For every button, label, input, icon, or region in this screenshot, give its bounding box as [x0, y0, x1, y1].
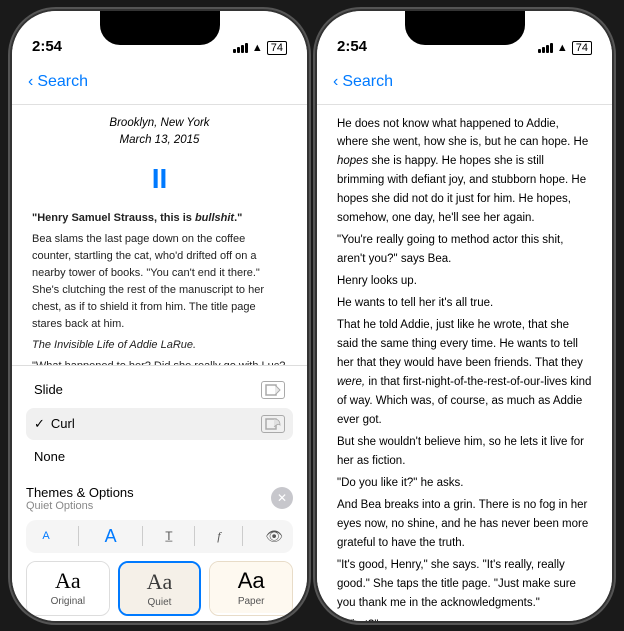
theme-sample-paper: Aa	[238, 570, 265, 592]
wifi-icon-right: ▲	[557, 42, 568, 54]
quiet-options-label: Quiet Options	[26, 500, 134, 512]
right-phone: 2:54 ▲ 74 ‹ Search	[317, 11, 612, 621]
theme-label-original: Original	[51, 596, 85, 607]
themes-header: Themes & Options Quiet Options ✕	[26, 485, 293, 512]
theme-card-quiet[interactable]: Aa Quiet	[118, 561, 202, 616]
theme-sample-quiet: Aa	[147, 571, 173, 593]
slide-option-slide[interactable]: Slide	[26, 374, 293, 406]
slide-icon	[261, 381, 285, 399]
book-content-right: He does not know what happened to Addie,…	[317, 105, 612, 621]
battery-icon-right: 74	[572, 41, 592, 55]
slide-options-list: Slide ✓ Curl None	[26, 374, 293, 471]
chevron-left-icon-right: ‹	[333, 73, 338, 91]
eye-icon[interactable]: 👁	[265, 528, 283, 545]
font-type-icon[interactable]: T̲	[165, 529, 172, 543]
back-button-left[interactable]: ‹ Search	[28, 73, 88, 91]
notch-right	[405, 11, 525, 45]
chapter-num: II	[32, 157, 287, 202]
book-content-left: Brooklyn, New York March 13, 2015 II "He…	[12, 105, 307, 365]
font-sep-1	[78, 526, 79, 546]
nav-bar-right: ‹ Search	[317, 61, 612, 105]
font-sep-2	[142, 526, 143, 546]
wifi-icon: ▲	[252, 42, 263, 54]
nav-bar-left: ‹ Search	[12, 61, 307, 105]
slide-panel: Slide ✓ Curl None	[12, 365, 307, 479]
theme-card-paper[interactable]: Aa Paper	[209, 561, 293, 616]
signal-icon	[233, 43, 248, 53]
themes-section: Themes & Options Quiet Options ✕ A A T̲ …	[12, 479, 307, 621]
status-icons-right: ▲ 74	[538, 41, 592, 55]
signal-icon-right	[538, 43, 553, 53]
close-button[interactable]: ✕	[271, 487, 293, 509]
curl-icon	[261, 415, 285, 433]
chevron-left-icon: ‹	[28, 73, 33, 91]
battery-icon: 74	[267, 41, 287, 55]
book-header: Brooklyn, New York March 13, 2015	[32, 115, 287, 150]
book-text-right: He does not know what happened to Addie,…	[337, 115, 592, 621]
theme-sample-original: Aa	[55, 570, 81, 592]
book-text-left: "Henry Samuel Strauss, this is bullshit.…	[32, 210, 287, 365]
time-left: 2:54	[32, 38, 62, 55]
theme-label-paper: Paper	[238, 596, 265, 607]
theme-grid: Aa Original Aa Quiet Aa Paper	[26, 561, 293, 621]
font-style-icon[interactable]: f	[217, 529, 220, 544]
theme-card-original[interactable]: Aa Original	[26, 561, 110, 616]
slide-option-none[interactable]: None	[26, 442, 293, 471]
themes-title: Themes & Options	[26, 485, 134, 500]
theme-label-quiet: Quiet	[148, 597, 172, 608]
slide-option-curl[interactable]: ✓ Curl	[26, 408, 293, 440]
font-sep-3	[194, 526, 195, 546]
font-decrease-button[interactable]: A	[36, 530, 56, 542]
left-phone: 2:54 ▲ 74 ‹ Search	[12, 11, 307, 621]
font-increase-button[interactable]: A	[101, 526, 121, 547]
font-sep-4	[242, 526, 243, 546]
back-button-right[interactable]: ‹ Search	[333, 73, 393, 91]
notch	[100, 11, 220, 45]
phones-container: 2:54 ▲ 74 ‹ Search	[2, 1, 622, 631]
status-icons-left: ▲ 74	[233, 41, 287, 55]
time-right: 2:54	[337, 38, 367, 55]
font-controls: A A T̲ f 👁	[26, 520, 293, 553]
